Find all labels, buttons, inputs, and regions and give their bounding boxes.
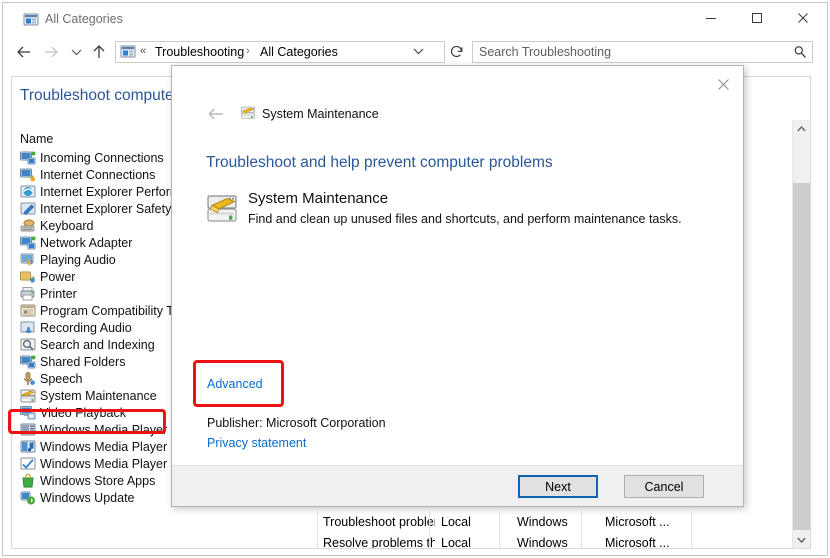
cell-description: Resolve problems that prevent yo... [323, 535, 435, 549]
window-title: All Categories [45, 12, 123, 26]
table-row[interactable]: Troubleshoot problems that may ... Local… [317, 511, 810, 532]
breadcrumb-troubleshooting[interactable]: Troubleshooting [155, 45, 244, 59]
windows-update-icon [20, 490, 36, 506]
list-item-label: Internet Explorer Safety [40, 201, 172, 216]
dialog-item-title: System Maintenance [248, 190, 389, 207]
power-icon [20, 269, 36, 285]
vertical-scrollbar[interactable] [792, 120, 810, 548]
network-incoming-icon [20, 150, 36, 166]
up-icon[interactable] [88, 41, 110, 63]
address-bar[interactable]: « Troubleshooting › All Categories [115, 41, 445, 63]
cell-category: Windows [517, 514, 568, 529]
speech-icon [20, 371, 36, 387]
list-item-label: Network Adapter [40, 235, 133, 250]
refresh-icon[interactable] [447, 42, 467, 62]
playing-audio-icon [20, 252, 36, 268]
recent-locations-icon[interactable] [65, 41, 87, 63]
system-maintenance-icon [240, 105, 256, 121]
cancel-button[interactable]: Cancel [624, 475, 704, 498]
search-placeholder: Search Troubleshooting [479, 45, 612, 59]
list-item-label: Speech [40, 371, 83, 386]
list-item-label: Internet Connections [40, 167, 156, 182]
scroll-down-icon[interactable] [793, 531, 810, 548]
dialog-heading: Troubleshoot and help prevent computer p… [206, 154, 553, 171]
dialog-close-icon[interactable] [707, 70, 739, 98]
ie-performance-icon [20, 184, 36, 200]
list-item-label: Playing Audio [40, 252, 116, 267]
search-input[interactable]: Search Troubleshooting [472, 41, 813, 63]
printer-icon [20, 286, 36, 302]
system-maintenance-dialog: System Maintenance Troubleshoot and help… [171, 65, 744, 507]
list-item-label: System Maintenance [40, 388, 157, 403]
system-maintenance-icon [20, 388, 36, 404]
scrollbar-thumb[interactable] [793, 183, 810, 530]
list-item-label: Recording Audio [40, 320, 132, 335]
list-item-label: Windows Store Apps [40, 473, 156, 488]
cell-publisher: Microsoft ... [605, 514, 670, 529]
breadcrumb-all-categories[interactable]: All Categories [260, 45, 338, 59]
maximize-button[interactable] [734, 3, 780, 33]
advanced-link[interactable]: Advanced [207, 377, 263, 391]
address-troubleshooting-icon [120, 44, 136, 60]
ie-safety-icon [20, 201, 36, 217]
list-item-label: Search and Indexing [40, 337, 155, 352]
minimize-button[interactable] [688, 3, 734, 33]
explorer-window: All Categories « Troubleshooting › All C… [2, 2, 828, 556]
recording-audio-icon [20, 320, 36, 336]
cell-publisher: Microsoft ... [605, 535, 670, 549]
cell-description: Troubleshoot problems that may ... [323, 514, 435, 529]
back-icon[interactable] [13, 41, 35, 63]
keyboard-icon [20, 218, 36, 234]
forward-icon[interactable] [40, 41, 62, 63]
cell-category: Windows [517, 535, 568, 549]
program-compatibility-icon [20, 303, 36, 319]
search-indexing-icon [20, 337, 36, 353]
address-overflow-chevrons[interactable]: « [140, 45, 146, 57]
list-item-label: Printer [40, 286, 77, 301]
breadcrumb-separator: › [246, 45, 250, 57]
video-playback-icon [20, 405, 36, 421]
network-internet-icon [20, 167, 36, 183]
system-maintenance-icon [206, 193, 238, 225]
list-item-label: Video Playback [40, 405, 126, 420]
publisher-text: Publisher: Microsoft Corporation [207, 416, 386, 430]
list-item-label: Incoming Connections [40, 150, 164, 165]
chevron-down-icon[interactable] [413, 46, 424, 58]
store-apps-icon [20, 473, 36, 489]
troubleshooting-icon [23, 12, 39, 28]
wmp-library-icon [20, 439, 36, 455]
list-item-label: Windows Update [40, 490, 135, 505]
list-item-label: Shared Folders [40, 354, 126, 369]
next-button[interactable]: Next [518, 475, 598, 498]
dialog-header-title: System Maintenance [262, 107, 379, 121]
wmp-dvd-icon [20, 422, 36, 438]
privacy-statement-link[interactable]: Privacy statement [207, 436, 306, 450]
list-item-label: Power [40, 269, 76, 284]
title-bar: All Categories [3, 3, 827, 36]
results-table: Troubleshoot problems that may ... Local… [317, 511, 810, 549]
close-window-icon[interactable] [780, 3, 826, 33]
scroll-up-icon[interactable] [793, 120, 810, 137]
dialog-item-description: Find and clean up unused files and short… [248, 212, 682, 226]
list-item-label: Keyboard [40, 218, 94, 233]
dialog-back-icon[interactable] [206, 104, 226, 124]
network-adapter-icon [20, 235, 36, 251]
dialog-footer: Next Cancel [172, 465, 743, 506]
wmp-settings-icon [20, 456, 36, 472]
navigation-bar: « Troubleshooting › All Categories Searc… [3, 36, 827, 68]
search-icon[interactable] [793, 45, 807, 59]
table-row[interactable]: Resolve problems that prevent yo... Loca… [317, 532, 810, 549]
shared-folders-icon [20, 354, 36, 370]
